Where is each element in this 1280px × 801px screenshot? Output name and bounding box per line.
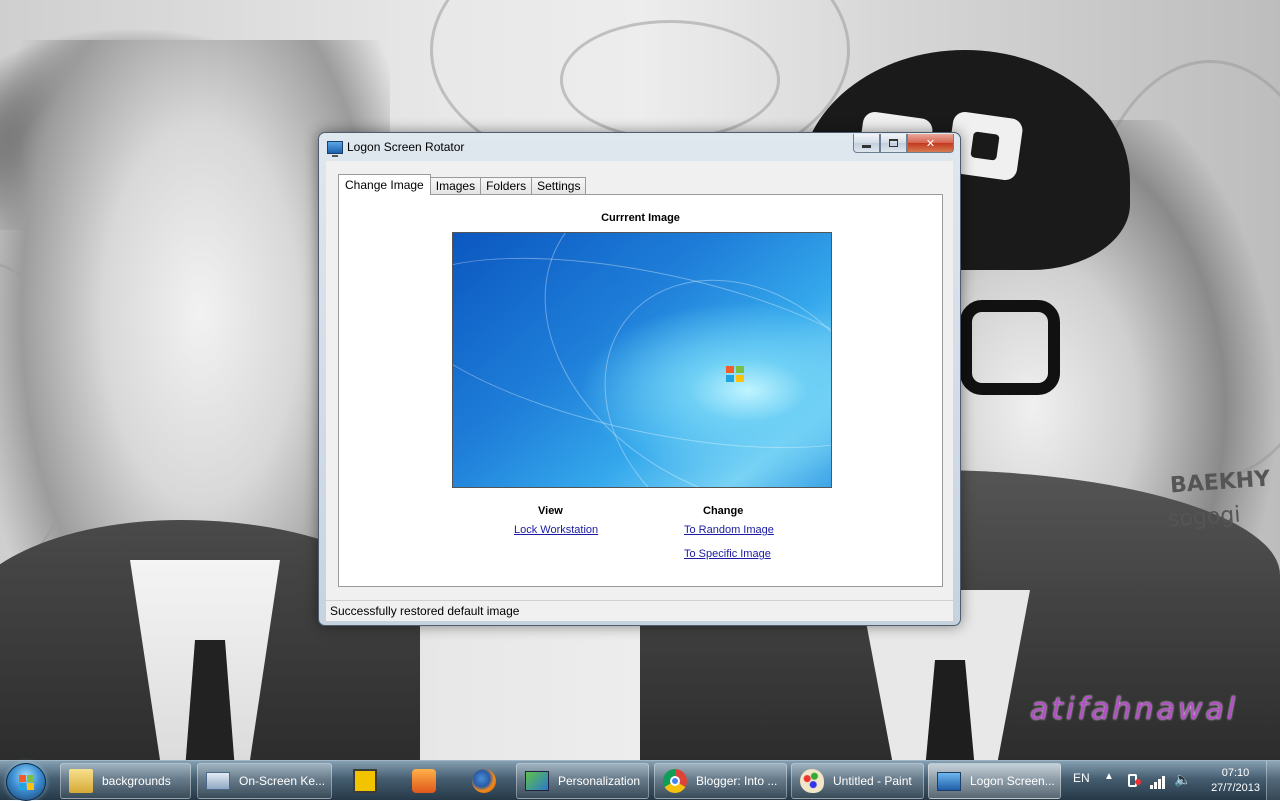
change-heading: Change	[703, 505, 744, 517]
taskbar-item-media-player[interactable]	[397, 763, 451, 799]
taskbar-item-logon-screen-rotator[interactable]: Logon Screen...	[928, 763, 1061, 799]
window-title: Logon Screen Rotator	[347, 140, 465, 154]
show-desktop-button[interactable]	[1266, 761, 1280, 801]
taskbar-item-blogger-chrome[interactable]: Blogger: Into ...	[654, 763, 787, 799]
windows-logo-icon	[726, 366, 746, 384]
taskbar-item-slides-app[interactable]	[338, 763, 392, 799]
caption-buttons: ✕	[853, 134, 954, 153]
specific-image-link[interactable]: To Specific Image	[684, 548, 771, 560]
taskbar-item-backgrounds[interactable]: backgrounds	[60, 763, 191, 799]
firefox-icon	[472, 769, 496, 793]
tab-settings[interactable]: Settings	[531, 177, 587, 195]
view-heading: View	[538, 505, 563, 517]
keyboard-icon	[206, 772, 230, 790]
slides-app-icon	[353, 769, 377, 793]
minimize-button[interactable]	[853, 134, 880, 153]
logon-screen-rotator-window: Logon Screen Rotator ✕ Change Image Imag…	[318, 132, 961, 626]
language-indicator[interactable]: EN	[1073, 771, 1090, 791]
personalization-icon	[525, 771, 549, 791]
chrome-icon	[663, 769, 687, 793]
clock-date: 27/7/2013	[1211, 782, 1260, 794]
taskbar-item-label: Blogger: Into ...	[696, 774, 778, 788]
paint-icon	[800, 769, 824, 793]
system-clock[interactable]: 07:10 27/7/2013	[1211, 766, 1260, 796]
taskbar-item-firefox[interactable]	[457, 763, 511, 799]
random-image-link[interactable]: To Random Image	[684, 524, 774, 536]
sketch-line	[560, 20, 780, 140]
status-bar: Successfully restored default image	[326, 600, 953, 621]
warning-dot	[1135, 779, 1141, 785]
tab-change-image[interactable]: Change Image	[338, 174, 431, 195]
start-button[interactable]	[6, 763, 46, 801]
current-image-preview	[452, 232, 832, 488]
clock-time: 07:10	[1221, 767, 1250, 779]
taskbar-item-paint[interactable]: Untitled - Paint	[791, 763, 924, 799]
monitor-icon	[937, 771, 961, 791]
window-client-area: Change Image Images Folders Settings Cur…	[326, 161, 953, 621]
windows-logo-icon	[19, 775, 35, 791]
monitor-icon	[327, 141, 343, 157]
taskbar-item-label: On-Screen Ke...	[239, 774, 326, 788]
maximize-button[interactable]	[880, 134, 907, 153]
volume-icon[interactable]: 🔈	[1174, 771, 1191, 791]
media-player-icon	[412, 769, 436, 793]
maximize-icon	[889, 139, 898, 147]
taskbar-item-label: backgrounds	[102, 774, 171, 788]
close-button[interactable]: ✕	[907, 134, 954, 153]
network-icon[interactable]	[1150, 773, 1166, 789]
lock-workstation-link[interactable]: Lock Workstation	[514, 524, 598, 536]
tab-strip: Change Image Images Folders Settings	[338, 174, 587, 195]
taskbar-item-personalization[interactable]: Personalization	[516, 763, 649, 799]
power-icon[interactable]	[1126, 773, 1141, 789]
taskbar-item-on-screen-keyboard[interactable]: On-Screen Ke...	[197, 763, 332, 799]
show-hidden-icons-button[interactable]: ▲	[1104, 771, 1114, 791]
change-image-panel: Currrent Image View Lock Workstation Cha…	[338, 194, 943, 587]
taskbar-item-label: Untitled - Paint	[833, 774, 912, 788]
taskbar-item-label: Personalization	[558, 774, 641, 788]
taskbar-item-label: Logon Screen...	[970, 774, 1055, 788]
close-icon: ✕	[925, 137, 936, 150]
taskbar: backgrounds On-Screen Ke... Personalizat…	[0, 760, 1280, 801]
wallpaper-text: sogogi	[1167, 502, 1242, 533]
tab-images[interactable]: Images	[429, 177, 482, 195]
wallpaper-watermark: atifahnawal	[1030, 692, 1239, 727]
window-titlebar[interactable]: Logon Screen Rotator ✕	[319, 133, 960, 161]
folder-icon	[69, 769, 93, 793]
status-text: Successfully restored default image	[330, 604, 520, 618]
current-image-label: Currrent Image	[601, 212, 680, 224]
minimize-icon	[862, 144, 871, 148]
photo-shape	[960, 300, 1060, 395]
tab-folders[interactable]: Folders	[480, 177, 533, 195]
